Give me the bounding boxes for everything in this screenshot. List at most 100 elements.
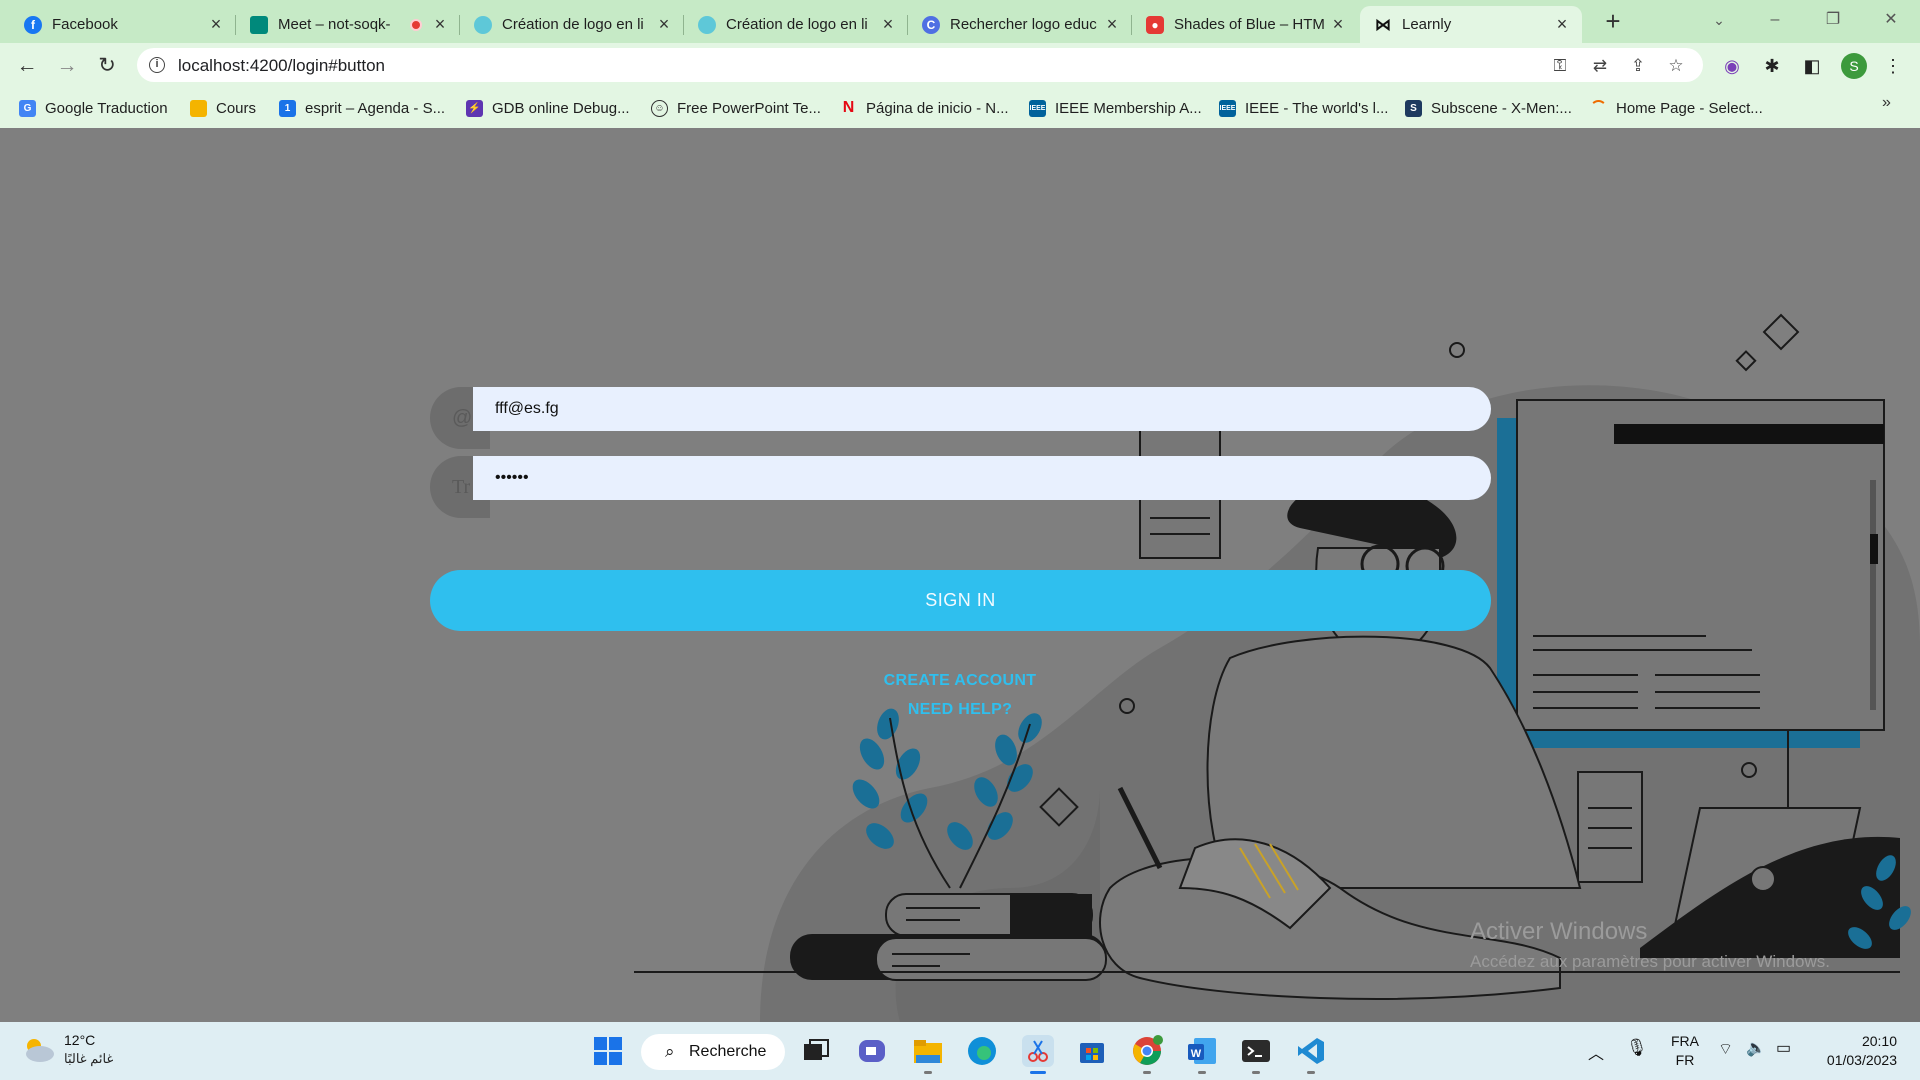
tab-search-icon[interactable]: ⌄ (1696, 0, 1742, 40)
clock-date: 01/03/2023 (1826, 1052, 1897, 1068)
system-clock[interactable]: 20:10 01/03/2023 (1815, 1032, 1897, 1070)
bookmark-item[interactable]: IEEE IEEE Membership A... (1029, 96, 1202, 120)
sign-in-button[interactable]: SIGN IN (430, 570, 1491, 631)
translate-icon[interactable]: ⇄ (1589, 55, 1611, 77)
bookmark-item[interactable]: ☺ Free PowerPoint Te... (651, 96, 821, 120)
menu-icon[interactable]: ⋮ (1880, 53, 1906, 79)
running-indicator (924, 1071, 932, 1074)
restore-button[interactable]: ❐ (1810, 0, 1856, 40)
key-icon[interactable]: ⚿ (1549, 55, 1571, 77)
volume-icon[interactable]: 🔈 (1746, 1038, 1766, 1080)
bookmark-item[interactable]: S Subscene - X-Men:... (1405, 96, 1572, 120)
search-label: Recherche (689, 1043, 767, 1060)
close-icon[interactable]: × (1328, 14, 1348, 35)
back-icon[interactable]: ← (12, 51, 42, 81)
snipping-tool-icon[interactable] (1022, 1035, 1054, 1074)
email-field-wrapper: @ (430, 387, 1491, 449)
bookmark-item[interactable]: Cours (190, 96, 256, 120)
show-hidden-icons[interactable]: ︿ (1588, 1040, 1604, 1080)
reload-icon[interactable]: ↻ (92, 51, 122, 81)
tab-title: Création de logo en li (726, 16, 868, 33)
close-icon[interactable]: × (1102, 14, 1122, 35)
forward-icon[interactable]: → (52, 51, 82, 81)
vscode-icon[interactable] (1295, 1035, 1327, 1074)
email-input[interactable] (473, 387, 1491, 431)
bookmark-item[interactable]: G Google Traduction (19, 96, 168, 120)
bookmark-item[interactable]: IEEE IEEE - The world's l... (1219, 96, 1388, 120)
start-button[interactable] (592, 1035, 624, 1067)
password-input[interactable] (473, 456, 1491, 500)
more-bookmarks-icon[interactable]: » (1882, 94, 1891, 112)
address-bar[interactable]: i localhost:4200/login#button ⚿ ⇄ ⇪ ☆ (137, 48, 1703, 82)
bookmark-item[interactable]: 1 esprit – Agenda - S... (279, 96, 445, 120)
taskbar-search[interactable]: ⌕ Recherche (641, 1034, 785, 1070)
tab-shades[interactable]: ● Shades of Blue – HTM × (1132, 6, 1358, 43)
language-indicator[interactable]: FRA FR (1668, 1032, 1702, 1070)
bookmark-item[interactable]: Home Page - Select... (1590, 96, 1763, 120)
gdb-icon: ⚡ (466, 99, 483, 117)
windows-logo-icon (594, 1037, 622, 1065)
side-panel-icon[interactable]: ◧ (1799, 53, 1825, 79)
tab-title: Rechercher logo educ (950, 16, 1097, 33)
terminal-icon[interactable] (1240, 1035, 1272, 1074)
url-text[interactable]: localhost:4200/login#button (178, 56, 385, 76)
search-icon: ⌕ (665, 1042, 675, 1061)
logo-maker-icon (698, 15, 716, 34)
new-tab-button[interactable]: + (1598, 8, 1628, 36)
close-icon[interactable]: × (878, 14, 898, 35)
puzzle-icon[interactable]: ✱ (1759, 53, 1785, 79)
tab-logo-2[interactable]: Création de logo en li × (684, 6, 908, 43)
tab-strip: f Facebook × Meet – not-soqk- × Création… (0, 0, 1920, 43)
microsoft-store-icon[interactable] (1076, 1035, 1108, 1067)
task-view-icon[interactable] (800, 1035, 832, 1067)
bookmark-star-icon[interactable]: ☆ (1665, 55, 1687, 77)
wifi-icon[interactable]: ⌔ (1718, 1039, 1733, 1080)
close-icon[interactable]: × (430, 14, 450, 35)
bookmark-item[interactable]: N Página de inicio - N... (840, 96, 1009, 120)
tab-meet[interactable]: Meet – not-soqk- × (236, 6, 460, 43)
microphone-icon[interactable]: 🎙 (1626, 1038, 1648, 1080)
need-help-link[interactable]: NEED HELP? (760, 701, 1160, 719)
weather-condition-text: غائم غالبًا (64, 1051, 114, 1066)
learnly-icon: ⋈ (1375, 16, 1391, 34)
activate-windows-subtitle: Accédez aux paramètres pour activer Wind… (1470, 952, 1830, 971)
canva-icon: C (922, 15, 940, 34)
windows-taskbar: 12°C غائم غالبًا ⌕ Recherche W ︿ 🎙 FRA F… (0, 1022, 1920, 1080)
create-account-link[interactable]: CREATE ACCOUNT (760, 672, 1160, 690)
bookmark-label: Google Traduction (45, 99, 168, 117)
edge-browser-icon[interactable] (966, 1035, 998, 1067)
bookmark-label: Home Page - Select... (1616, 99, 1763, 117)
activate-windows-title: Activer Windows (1470, 918, 1648, 945)
site-info-icon[interactable]: i (149, 57, 165, 73)
ieee-icon: IEEE (1029, 99, 1046, 117)
cloudy-weather-icon (26, 1039, 54, 1062)
share-icon[interactable]: ⇪ (1627, 55, 1649, 77)
close-window-button[interactable]: ✕ (1868, 0, 1914, 40)
bookmark-item[interactable]: ⚡ GDB online Debug... (466, 96, 630, 120)
close-icon[interactable]: × (206, 14, 226, 35)
loader-icon (1590, 99, 1607, 117)
file-explorer-icon[interactable] (912, 1035, 944, 1074)
bookmark-label: Cours (216, 99, 257, 117)
shades-icon: ● (1146, 15, 1164, 34)
tab-canva[interactable]: C Rechercher logo educ × (908, 6, 1132, 43)
close-icon[interactable]: × (654, 14, 674, 35)
bookmark-label: Free PowerPoint Te... (677, 99, 821, 117)
weather-widget[interactable]: 12°C غائم غالبًا (20, 1032, 140, 1072)
tab-facebook[interactable]: f Facebook × (10, 6, 236, 43)
minimize-button[interactable]: – (1752, 0, 1798, 40)
tab-logo-1[interactable]: Création de logo en li × (460, 6, 684, 43)
clock-time: 20:10 (1861, 1033, 1897, 1049)
extension-icon[interactable]: ◉ (1719, 53, 1745, 79)
chrome-icon[interactable] (1131, 1035, 1163, 1074)
battery-icon[interactable]: ▭ (1776, 1038, 1791, 1080)
close-icon[interactable]: × (1552, 14, 1572, 35)
language-code: FRA (1671, 1033, 1699, 1049)
profile-avatar[interactable]: S (1841, 53, 1867, 79)
bookmarks-bar: G Google Traduction Cours 1 esprit – Age… (0, 88, 1920, 128)
word-icon[interactable]: W (1186, 1035, 1218, 1074)
tab-learnly[interactable]: ⋈ Learnly × (1360, 6, 1582, 43)
netflix-icon: N (842, 99, 855, 116)
running-indicator (1252, 1071, 1260, 1074)
teams-chat-icon[interactable] (856, 1035, 888, 1067)
